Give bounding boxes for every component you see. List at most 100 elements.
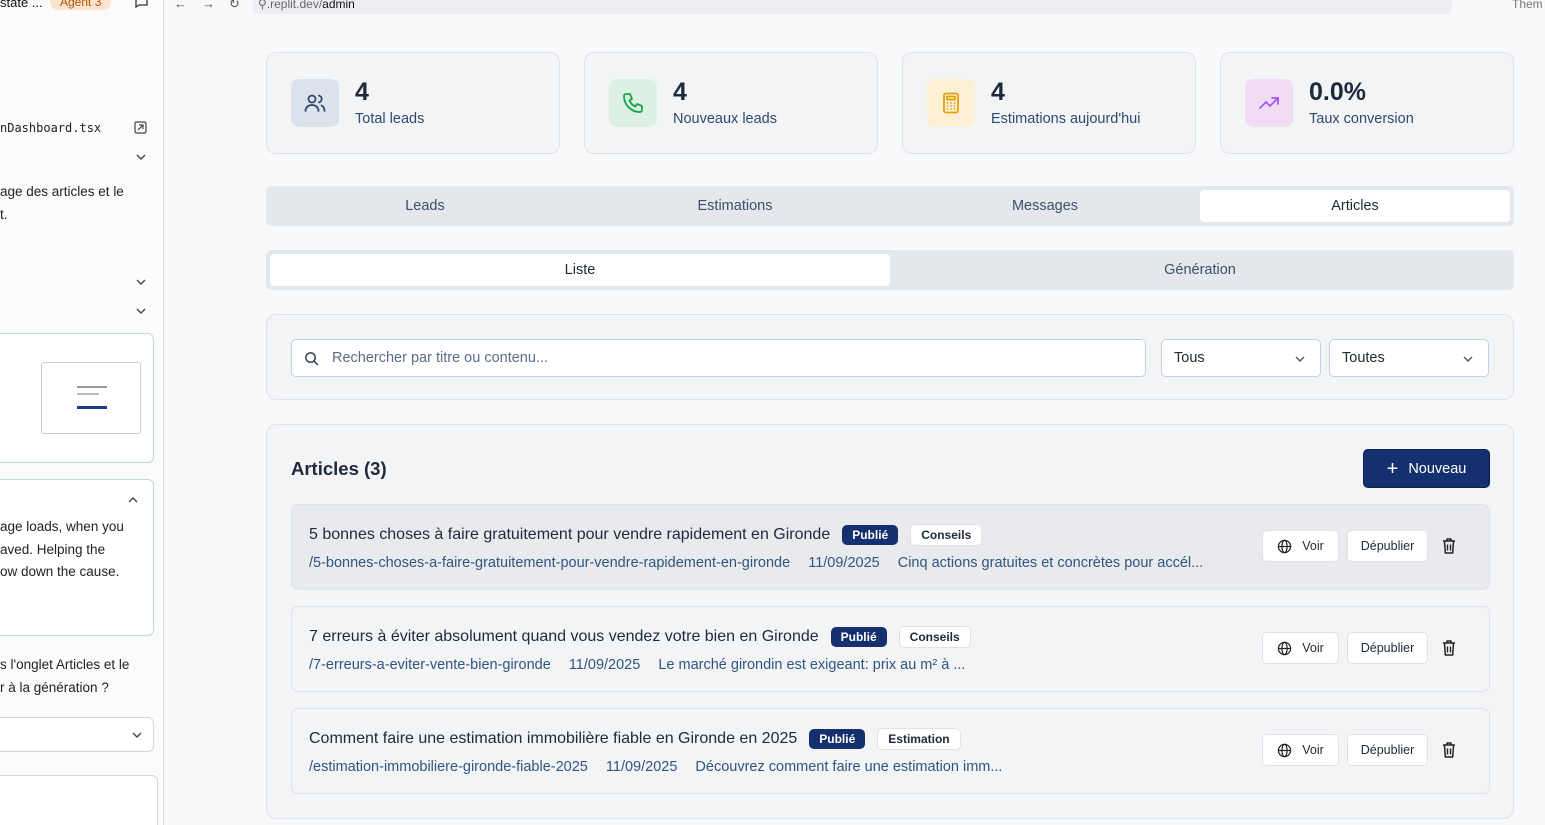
stat-card-new-leads: 4 Nouveaux leads <box>584 52 878 154</box>
article-slug: /5-bonnes-choses-a-faire-gratuitement-po… <box>309 555 791 571</box>
chat-message: s l'onglet Articles et le r à la générat… <box>0 657 130 695</box>
articles-card: Articles (3) + Nouveau 5 bonnes choses à… <box>266 424 1514 819</box>
stat-label: Nouveaux leads <box>673 111 777 127</box>
category-select[interactable]: Toutes <box>1329 339 1489 377</box>
chevron-down-icon <box>1295 356 1305 362</box>
article-excerpt: Le marché girondin est exigeant: prix au… <box>658 657 966 673</box>
calculator-icon <box>927 79 975 127</box>
stat-value: 4 <box>355 78 369 106</box>
article-title-line: 5 bonnes choses à faire gratuitement pou… <box>309 524 983 546</box>
tab-liste[interactable]: Liste <box>270 254 890 286</box>
url-bar[interactable] <box>253 0 1452 14</box>
screenshot-thumbnail[interactable] <box>41 362 141 434</box>
sub-tabs: Liste Génération <box>266 250 1514 290</box>
search-icon <box>305 352 319 366</box>
unpublish-button[interactable]: Dépublier <box>1347 734 1428 766</box>
article-date: 11/09/2025 <box>808 555 880 571</box>
agent-badge[interactable]: Agent 3 <box>50 0 112 10</box>
trash-icon[interactable] <box>1440 638 1458 658</box>
tab-articles[interactable]: Articles <box>1200 190 1510 222</box>
chat-icon[interactable] <box>134 0 148 8</box>
status-badge: Publié <box>809 729 866 749</box>
article-date: 11/09/2025 <box>605 759 678 775</box>
category-badge: Conseils <box>910 524 983 546</box>
open-file-icon[interactable] <box>134 121 147 134</box>
article-date: 11/09/2025 <box>568 657 641 673</box>
view-label: Voir <box>1302 743 1324 757</box>
plus-icon: + <box>1386 457 1399 480</box>
chevron-down-icon[interactable] <box>135 276 147 288</box>
article-slug: /7-erreurs-a-eviter-vente-bien-gironde <box>309 657 551 673</box>
stat-label: Estimations aujourd'hui <box>991 111 1141 127</box>
article-meta: /7-erreurs-a-eviter-vente-bien-gironde 1… <box>309 657 979 673</box>
new-article-button[interactable]: + Nouveau <box>1363 449 1490 488</box>
tab-leads[interactable]: Leads <box>270 190 580 222</box>
article-title-line: Comment faire une estimation immobilière… <box>309 728 961 750</box>
file-name[interactable]: nDashboard.tsx <box>0 121 101 135</box>
article-title[interactable]: 5 bonnes choses à faire gratuitement pou… <box>309 526 830 544</box>
theme-toggle[interactable]: Them <box>1512 0 1543 11</box>
chevron-up-icon[interactable] <box>127 494 139 506</box>
agent-panel: state ... Agent 3 nDashboard.tsx age des… <box>0 0 164 825</box>
search-input[interactable] <box>332 340 1122 376</box>
view-label: Voir <box>1302 539 1324 553</box>
view-button[interactable]: Voir <box>1262 734 1339 766</box>
forward-icon[interactable]: → <box>202 0 215 11</box>
stat-card-conversion: 0.0% Taux conversion <box>1220 52 1514 154</box>
stat-label: Taux conversion <box>1309 111 1414 127</box>
stat-value: 0.0% <box>1309 78 1366 106</box>
stat-label: Total leads <box>355 111 425 127</box>
globe-icon <box>1278 539 1292 553</box>
article-title-line: 7 erreurs à éviter absolument quand vous… <box>309 626 971 648</box>
article-row[interactable]: Comment faire une estimation immobilière… <box>291 708 1490 794</box>
main-tabs: Leads Estimations Messages Articles <box>266 186 1514 226</box>
unpublish-button[interactable]: Dépublier <box>1347 632 1428 664</box>
back-icon[interactable]: ← <box>174 0 187 11</box>
status-select[interactable]: Tous <box>1161 339 1321 377</box>
article-row[interactable]: 7 erreurs à éviter absolument quand vous… <box>291 606 1490 692</box>
trash-icon[interactable] <box>1440 536 1458 556</box>
tab-estimations[interactable]: Estimations <box>580 190 890 222</box>
category-badge: Conseils <box>898 626 971 648</box>
article-title[interactable]: Comment faire une estimation immobilière… <box>309 730 797 748</box>
tab-messages[interactable]: Messages <box>890 190 1200 222</box>
trending-up-icon <box>1245 79 1293 127</box>
category-badge: Estimation <box>877 728 961 750</box>
url-text: ⚲.replit.dev/admin <box>258 0 355 11</box>
article-slug: /estimation-immobiliere-gironde-fiable-2… <box>309 759 588 775</box>
chat-message: age loads, when you aved. Helping the ow… <box>0 519 124 579</box>
articles-heading: Articles (3) <box>291 458 387 479</box>
chevron-down-icon[interactable] <box>131 729 143 741</box>
trash-icon[interactable] <box>1440 740 1458 760</box>
category-select-value: Toutes <box>1342 350 1385 366</box>
chevron-down-icon[interactable] <box>135 151 147 163</box>
article-row[interactable]: 5 bonnes choses à faire gratuitement pou… <box>291 504 1490 590</box>
article-title[interactable]: 7 erreurs à éviter absolument quand vous… <box>309 628 819 646</box>
users-icon <box>291 79 339 127</box>
reload-icon[interactable]: ↻ <box>229 0 240 12</box>
view-button[interactable]: Voir <box>1262 530 1339 562</box>
chat-message: age des articles et le t. <box>0 184 124 222</box>
view-label: Voir <box>1302 641 1324 655</box>
view-button[interactable]: Voir <box>1262 632 1339 664</box>
article-excerpt: Découvrez comment faire une estimation i… <box>695 759 1003 775</box>
tab-generation[interactable]: Génération <box>890 254 1510 286</box>
chevron-down-icon <box>1463 356 1473 362</box>
filter-card: Tous Toutes <box>266 314 1514 400</box>
stat-card-estimations: 4 Estimations aujourd'hui <box>902 52 1196 154</box>
chevron-down-icon[interactable] <box>135 305 147 317</box>
stat-value: 4 <box>991 78 1005 106</box>
status-badge: Publié <box>830 627 887 647</box>
status-badge: Publié <box>842 525 899 545</box>
agent-title: state ... <box>0 0 43 10</box>
new-article-label: Nouveau <box>1408 460 1467 477</box>
phone-icon <box>609 79 657 127</box>
stat-value: 4 <box>673 78 687 106</box>
article-meta: /5-bonnes-choses-a-faire-gratuitement-po… <box>309 555 1217 571</box>
status-select-value: Tous <box>1174 350 1205 366</box>
article-excerpt: Cinq actions gratuites et concrètes pour… <box>897 555 1204 571</box>
chat-input[interactable] <box>0 775 158 825</box>
search-field[interactable] <box>291 339 1146 377</box>
article-meta: /estimation-immobiliere-gironde-fiable-2… <box>309 759 1016 775</box>
unpublish-button[interactable]: Dépublier <box>1347 530 1428 562</box>
